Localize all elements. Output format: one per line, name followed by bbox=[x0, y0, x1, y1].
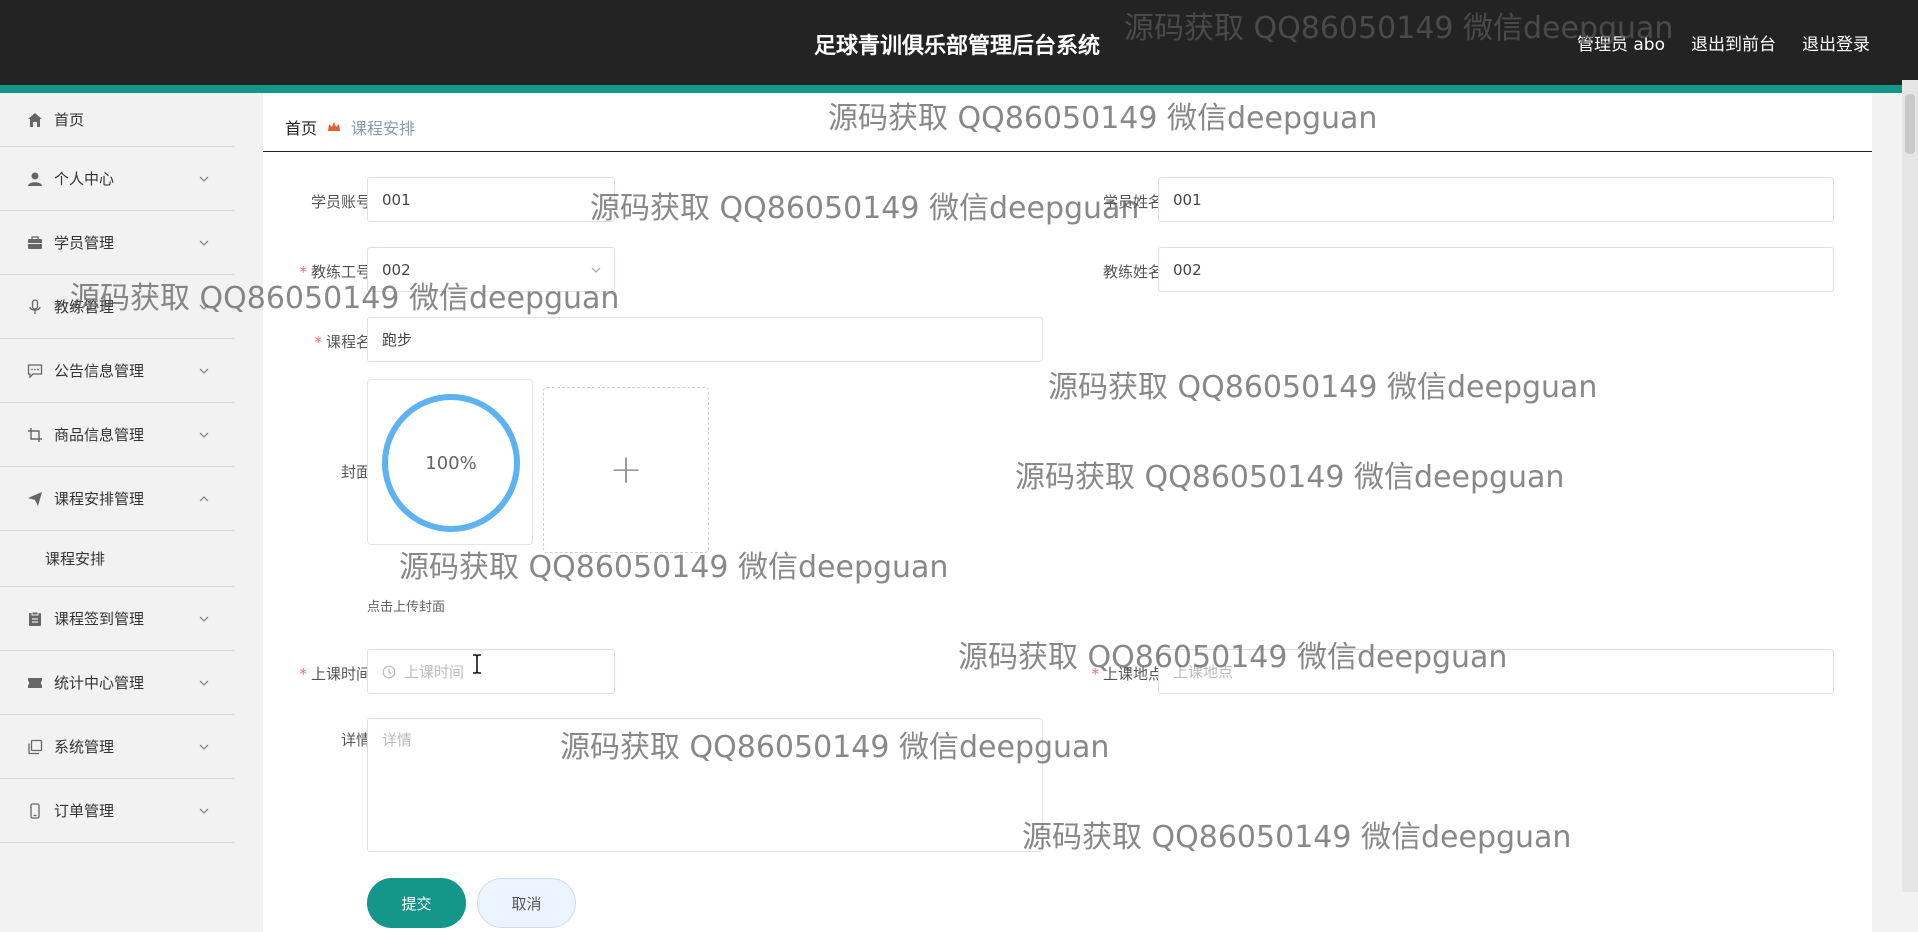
coach-id-select[interactable]: 002 bbox=[367, 247, 615, 292]
sidebar-item-announcement-management[interactable]: 公告信息管理 bbox=[0, 339, 234, 403]
app-title: 足球青训俱乐部管理后台系统 bbox=[814, 34, 1101, 59]
briefcase-icon bbox=[26, 234, 44, 252]
sidebar-item-label: 订单管理 bbox=[54, 802, 115, 820]
sidebar-item-statistics-management[interactable]: 统计中心管理 bbox=[0, 651, 234, 715]
sidebar-item-coach-management[interactable]: 教练管理 bbox=[0, 275, 234, 339]
cover-upload-hint: 点击上传封面 bbox=[367, 600, 446, 615]
exit-to-frontend-link[interactable]: 退出到前台 bbox=[1691, 30, 1776, 55]
top-bar-accent bbox=[0, 85, 1918, 93]
student-account-field[interactable]: 001 bbox=[367, 177, 615, 222]
chevron-down-icon bbox=[199, 176, 209, 182]
text-cursor-icon bbox=[473, 654, 481, 674]
main-content: 首页 课程安排 学员账号 001 学员姓名 001 * 教练工号 002 教练姓名… bbox=[263, 93, 1872, 932]
course-name-field[interactable]: 跑步 bbox=[367, 317, 1043, 362]
class-location-field[interactable]: 上课地点 bbox=[1158, 649, 1834, 694]
coach-id-value: 002 bbox=[382, 260, 411, 279]
cover-upload-button[interactable]: + bbox=[543, 387, 709, 553]
chevron-down-icon bbox=[199, 240, 209, 246]
course-name-label: * 课程名 bbox=[314, 333, 371, 351]
sidebar-item-order-management[interactable]: 订单管理 bbox=[0, 779, 234, 843]
crop-icon bbox=[26, 426, 44, 444]
send-icon bbox=[26, 490, 44, 508]
user-icon bbox=[26, 170, 44, 188]
top-bar: 足球青训俱乐部管理后台系统 管理员 abo 退出到前台 退出登录 bbox=[0, 0, 1918, 85]
home-icon bbox=[26, 111, 44, 129]
sidebar-item-course-checkin-management[interactable]: 课程签到管理 bbox=[0, 587, 234, 651]
breadcrumb-current: 课程安排 bbox=[351, 119, 416, 138]
sidebar-item-label: 商品信息管理 bbox=[54, 426, 145, 444]
sidebar-item-label: 课程签到管理 bbox=[54, 610, 145, 628]
chevron-down-icon bbox=[591, 267, 601, 273]
sidebar-item-course-schedule-management[interactable]: 课程安排管理 bbox=[0, 467, 234, 531]
clock-icon bbox=[382, 665, 396, 678]
submit-button[interactable]: 提交 bbox=[367, 878, 466, 928]
clipboard-icon bbox=[26, 610, 44, 628]
coach-name-field[interactable]: 002 bbox=[1158, 247, 1834, 292]
plus-icon: + bbox=[609, 447, 643, 493]
sidebar: 首页 个人中心 学员管理 教练管理 公告信息管理 商品信息管理 课程安排管理 课… bbox=[0, 93, 234, 932]
sidebar-item-label: 统计中心管理 bbox=[54, 674, 145, 692]
upload-progress-text: 100% bbox=[425, 452, 477, 474]
sidebar-item-personal-center[interactable]: 个人中心 bbox=[0, 147, 234, 211]
top-links: 管理员 abo 退出到前台 退出登录 bbox=[1577, 30, 1870, 55]
chevron-down-icon bbox=[199, 304, 209, 310]
admin-user-link[interactable]: 管理员 abo bbox=[1577, 30, 1665, 55]
student-name-label: 学员姓名 bbox=[1102, 193, 1163, 211]
page-scrollbar[interactable] bbox=[1902, 80, 1918, 892]
logout-link[interactable]: 退出登录 bbox=[1802, 30, 1870, 55]
class-time-picker[interactable]: 上课时间 bbox=[367, 649, 615, 694]
coach-name-label: 教练姓名 bbox=[1102, 263, 1163, 281]
chevron-down-icon bbox=[199, 432, 209, 438]
cover-upload-progress: 100% bbox=[367, 379, 533, 545]
cover-label: 封面 bbox=[340, 463, 371, 481]
chevron-down-icon bbox=[199, 808, 209, 814]
breadcrumb-home[interactable]: 首页 bbox=[285, 115, 317, 139]
chevron-down-icon bbox=[199, 744, 209, 750]
sidebar-subitem-course-schedule[interactable]: 课程安排 bbox=[0, 531, 234, 587]
crown-icon bbox=[328, 122, 341, 131]
sidebar-item-label: 教练管理 bbox=[54, 298, 115, 316]
page-scrollbar-thumb[interactable] bbox=[1905, 94, 1915, 154]
sidebar-item-label: 个人中心 bbox=[54, 170, 115, 188]
sidebar-item-student-management[interactable]: 学员管理 bbox=[0, 211, 234, 275]
cancel-button[interactable]: 取消 bbox=[477, 878, 576, 928]
details-textarea[interactable]: 详情 bbox=[367, 718, 1043, 852]
student-account-label: 学员账号 bbox=[310, 193, 371, 211]
chevron-down-icon bbox=[199, 680, 209, 686]
sidebar-item-system-management[interactable]: 系统管理 bbox=[0, 715, 234, 779]
student-name-field[interactable]: 001 bbox=[1158, 177, 1834, 222]
phone-icon bbox=[26, 802, 44, 820]
copy-icon bbox=[26, 738, 44, 756]
sidebar-item-product-management[interactable]: 商品信息管理 bbox=[0, 403, 234, 467]
chevron-up-icon bbox=[199, 495, 209, 501]
chevron-down-icon bbox=[199, 368, 209, 374]
sidebar-item-label: 系统管理 bbox=[54, 738, 115, 756]
details-label: 详情 bbox=[340, 731, 371, 749]
microphone-icon bbox=[26, 298, 44, 316]
sidebar-item-label: 首页 bbox=[54, 111, 85, 129]
breadcrumb: 首页 课程安排 bbox=[285, 115, 415, 139]
class-location-label: * 上课地点 bbox=[1091, 665, 1163, 683]
coach-id-label: * 教练工号 bbox=[299, 263, 371, 281]
breadcrumb-divider bbox=[263, 151, 1872, 152]
sidebar-item-home[interactable]: 首页 bbox=[0, 93, 234, 147]
class-time-label: * 上课时间 bbox=[299, 665, 371, 683]
ticket-icon bbox=[26, 674, 44, 692]
sidebar-item-label: 课程安排管理 bbox=[54, 490, 145, 508]
chevron-down-icon bbox=[199, 616, 209, 622]
sidebar-item-label: 学员管理 bbox=[54, 234, 115, 252]
sidebar-item-label: 公告信息管理 bbox=[54, 362, 145, 380]
class-time-placeholder: 上课时间 bbox=[404, 663, 465, 681]
chat-icon bbox=[26, 362, 44, 380]
